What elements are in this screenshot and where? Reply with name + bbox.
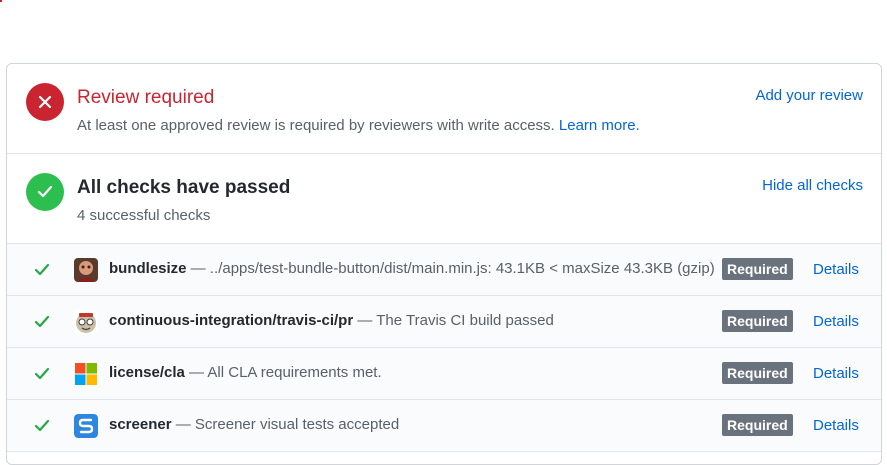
details-link[interactable]: Details xyxy=(813,261,859,278)
check-name: bundlesize xyxy=(109,260,187,277)
bundlesize-avatar-icon xyxy=(74,258,98,282)
review-title: Review required xyxy=(77,87,215,108)
check-name: continuous-integration/travis-ci/pr xyxy=(109,312,354,329)
check-description: ../apps/test-bundle-button/dist/main.min… xyxy=(209,260,715,277)
required-badge: Required xyxy=(722,258,793,280)
merge-status-panel: Review required At least one approved re… xyxy=(6,63,882,465)
check-row: screener — Screener visual tests accepte… xyxy=(7,400,881,452)
check-mark-icon xyxy=(34,315,50,328)
add-review-link[interactable]: Add your review xyxy=(755,87,863,104)
details-link[interactable]: Details xyxy=(813,365,859,382)
required-badge: Required xyxy=(722,414,793,436)
travis-ci-icon xyxy=(74,310,98,334)
required-badge: Required xyxy=(722,310,793,332)
check-text: bundlesize — ../apps/test-bundle-button/… xyxy=(109,260,715,277)
required-badge: Required xyxy=(722,362,793,384)
screener-icon xyxy=(74,414,98,438)
learn-more-link[interactable]: Learn more. xyxy=(559,117,640,134)
review-subtitle: At least one approved review is required… xyxy=(77,117,640,134)
check-description: The Travis CI build passed xyxy=(376,312,554,329)
details-link[interactable]: Details xyxy=(813,417,859,434)
checks-subtitle: 4 successful checks xyxy=(77,207,211,224)
checks-section: All checks have passed 4 successful chec… xyxy=(7,154,881,244)
check-text: license/cla — All CLA requirements met. xyxy=(109,364,382,381)
check-mark-icon xyxy=(34,263,50,276)
check-text: screener — Screener visual tests accepte… xyxy=(109,416,400,433)
check-row: continuous-integration/travis-ci/pr — Th… xyxy=(7,296,881,348)
check-mark-icon xyxy=(34,419,50,432)
check-name: screener xyxy=(109,416,172,433)
check-text: continuous-integration/travis-ci/pr — Th… xyxy=(109,312,554,329)
check-mark-icon xyxy=(34,367,50,380)
checks-title: All checks have passed xyxy=(77,177,291,198)
check-row: license/cla — All CLA requirements met. … xyxy=(7,348,881,400)
checks-list: bundlesize — ../apps/test-bundle-button/… xyxy=(7,244,881,452)
hide-checks-link[interactable]: Hide all checks xyxy=(762,177,863,194)
details-link[interactable]: Details xyxy=(813,313,859,330)
x-icon xyxy=(26,83,64,121)
corner-mark xyxy=(0,0,2,2)
check-description: All CLA requirements met. xyxy=(207,364,382,381)
check-row: bundlesize — ../apps/test-bundle-button/… xyxy=(7,244,881,296)
check-description: Screener visual tests accepted xyxy=(194,416,400,433)
review-section: Review required At least one approved re… xyxy=(7,64,881,154)
check-name: license/cla xyxy=(109,364,185,381)
review-subtitle-text: At least one approved review is required… xyxy=(77,117,555,134)
check-icon xyxy=(26,173,64,211)
microsoft-icon xyxy=(74,362,98,386)
